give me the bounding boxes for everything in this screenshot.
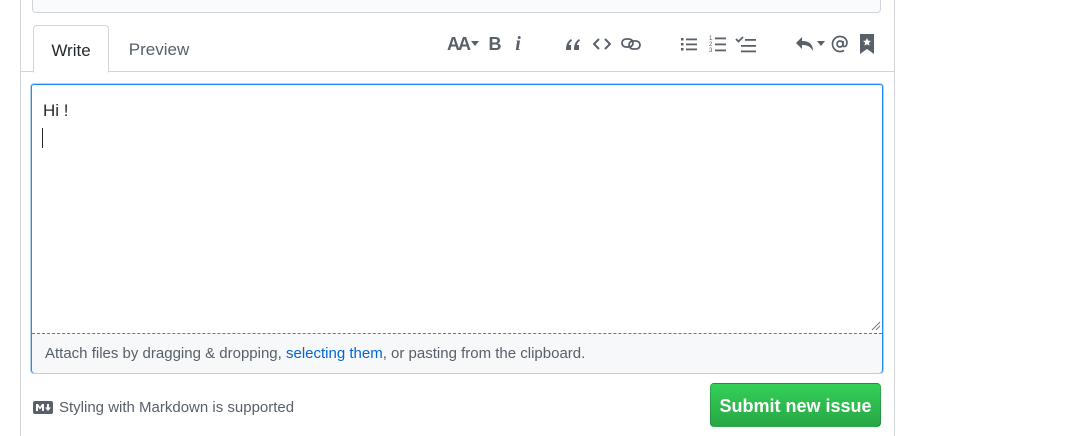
italic-icon: i — [515, 32, 521, 55]
caret-down-icon — [817, 41, 825, 46]
text-caret — [42, 128, 43, 148]
reply-icon — [796, 37, 813, 51]
resize-handle-icon[interactable] — [871, 321, 881, 331]
caret-down-icon — [471, 41, 479, 46]
select-files-link[interactable]: selecting them — [286, 345, 383, 362]
header-button[interactable]: AA — [445, 32, 481, 56]
editor-text[interactable]: Hi ! — [43, 99, 69, 123]
comment-editor[interactable]: Hi ! Attach files by dragging & dropping… — [31, 84, 883, 373]
task-list-button[interactable] — [734, 32, 756, 56]
link-button[interactable] — [620, 32, 642, 56]
tab-preview[interactable]: Preview — [114, 25, 204, 71]
link-icon — [621, 38, 641, 50]
mention-icon — [831, 35, 848, 53]
quote-icon — [565, 39, 580, 50]
bookmark-button[interactable] — [858, 32, 876, 56]
reply-button[interactable] — [795, 32, 825, 56]
file-dropzone[interactable]: Attach files by dragging & dropping, sel… — [32, 333, 882, 373]
svg-text:3: 3 — [709, 48, 713, 53]
ordered-list-button[interactable]: 123 — [708, 32, 726, 56]
header-icon: AA — [447, 33, 471, 54]
submit-issue-button[interactable]: Submit new issue — [710, 383, 881, 427]
bold-button[interactable]: B — [486, 32, 504, 56]
italic-button[interactable]: i — [511, 32, 525, 56]
markdown-icon — [33, 400, 53, 414]
tab-bar — [21, 71, 894, 72]
unordered-list-button[interactable] — [680, 32, 698, 56]
markdown-note[interactable]: Styling with Markdown is supported — [33, 396, 294, 418]
title-input[interactable] — [32, 0, 881, 13]
dropzone-suffix: , or pasting from the clipboard. — [382, 345, 586, 362]
code-icon — [593, 38, 611, 50]
dropzone-prefix: Attach files by dragging & dropping, — [45, 345, 286, 362]
unordered-list-icon — [681, 38, 697, 51]
ordered-list-icon: 123 — [709, 36, 726, 53]
bold-icon: B — [488, 33, 502, 54]
bookmark-icon — [860, 34, 874, 54]
mention-button[interactable] — [830, 32, 850, 56]
tab-write[interactable]: Write — [33, 25, 109, 73]
code-button[interactable] — [592, 32, 612, 56]
markdown-note-text: Styling with Markdown is supported — [59, 398, 295, 416]
quote-button[interactable] — [562, 32, 582, 56]
task-list-icon — [734, 35, 756, 52]
